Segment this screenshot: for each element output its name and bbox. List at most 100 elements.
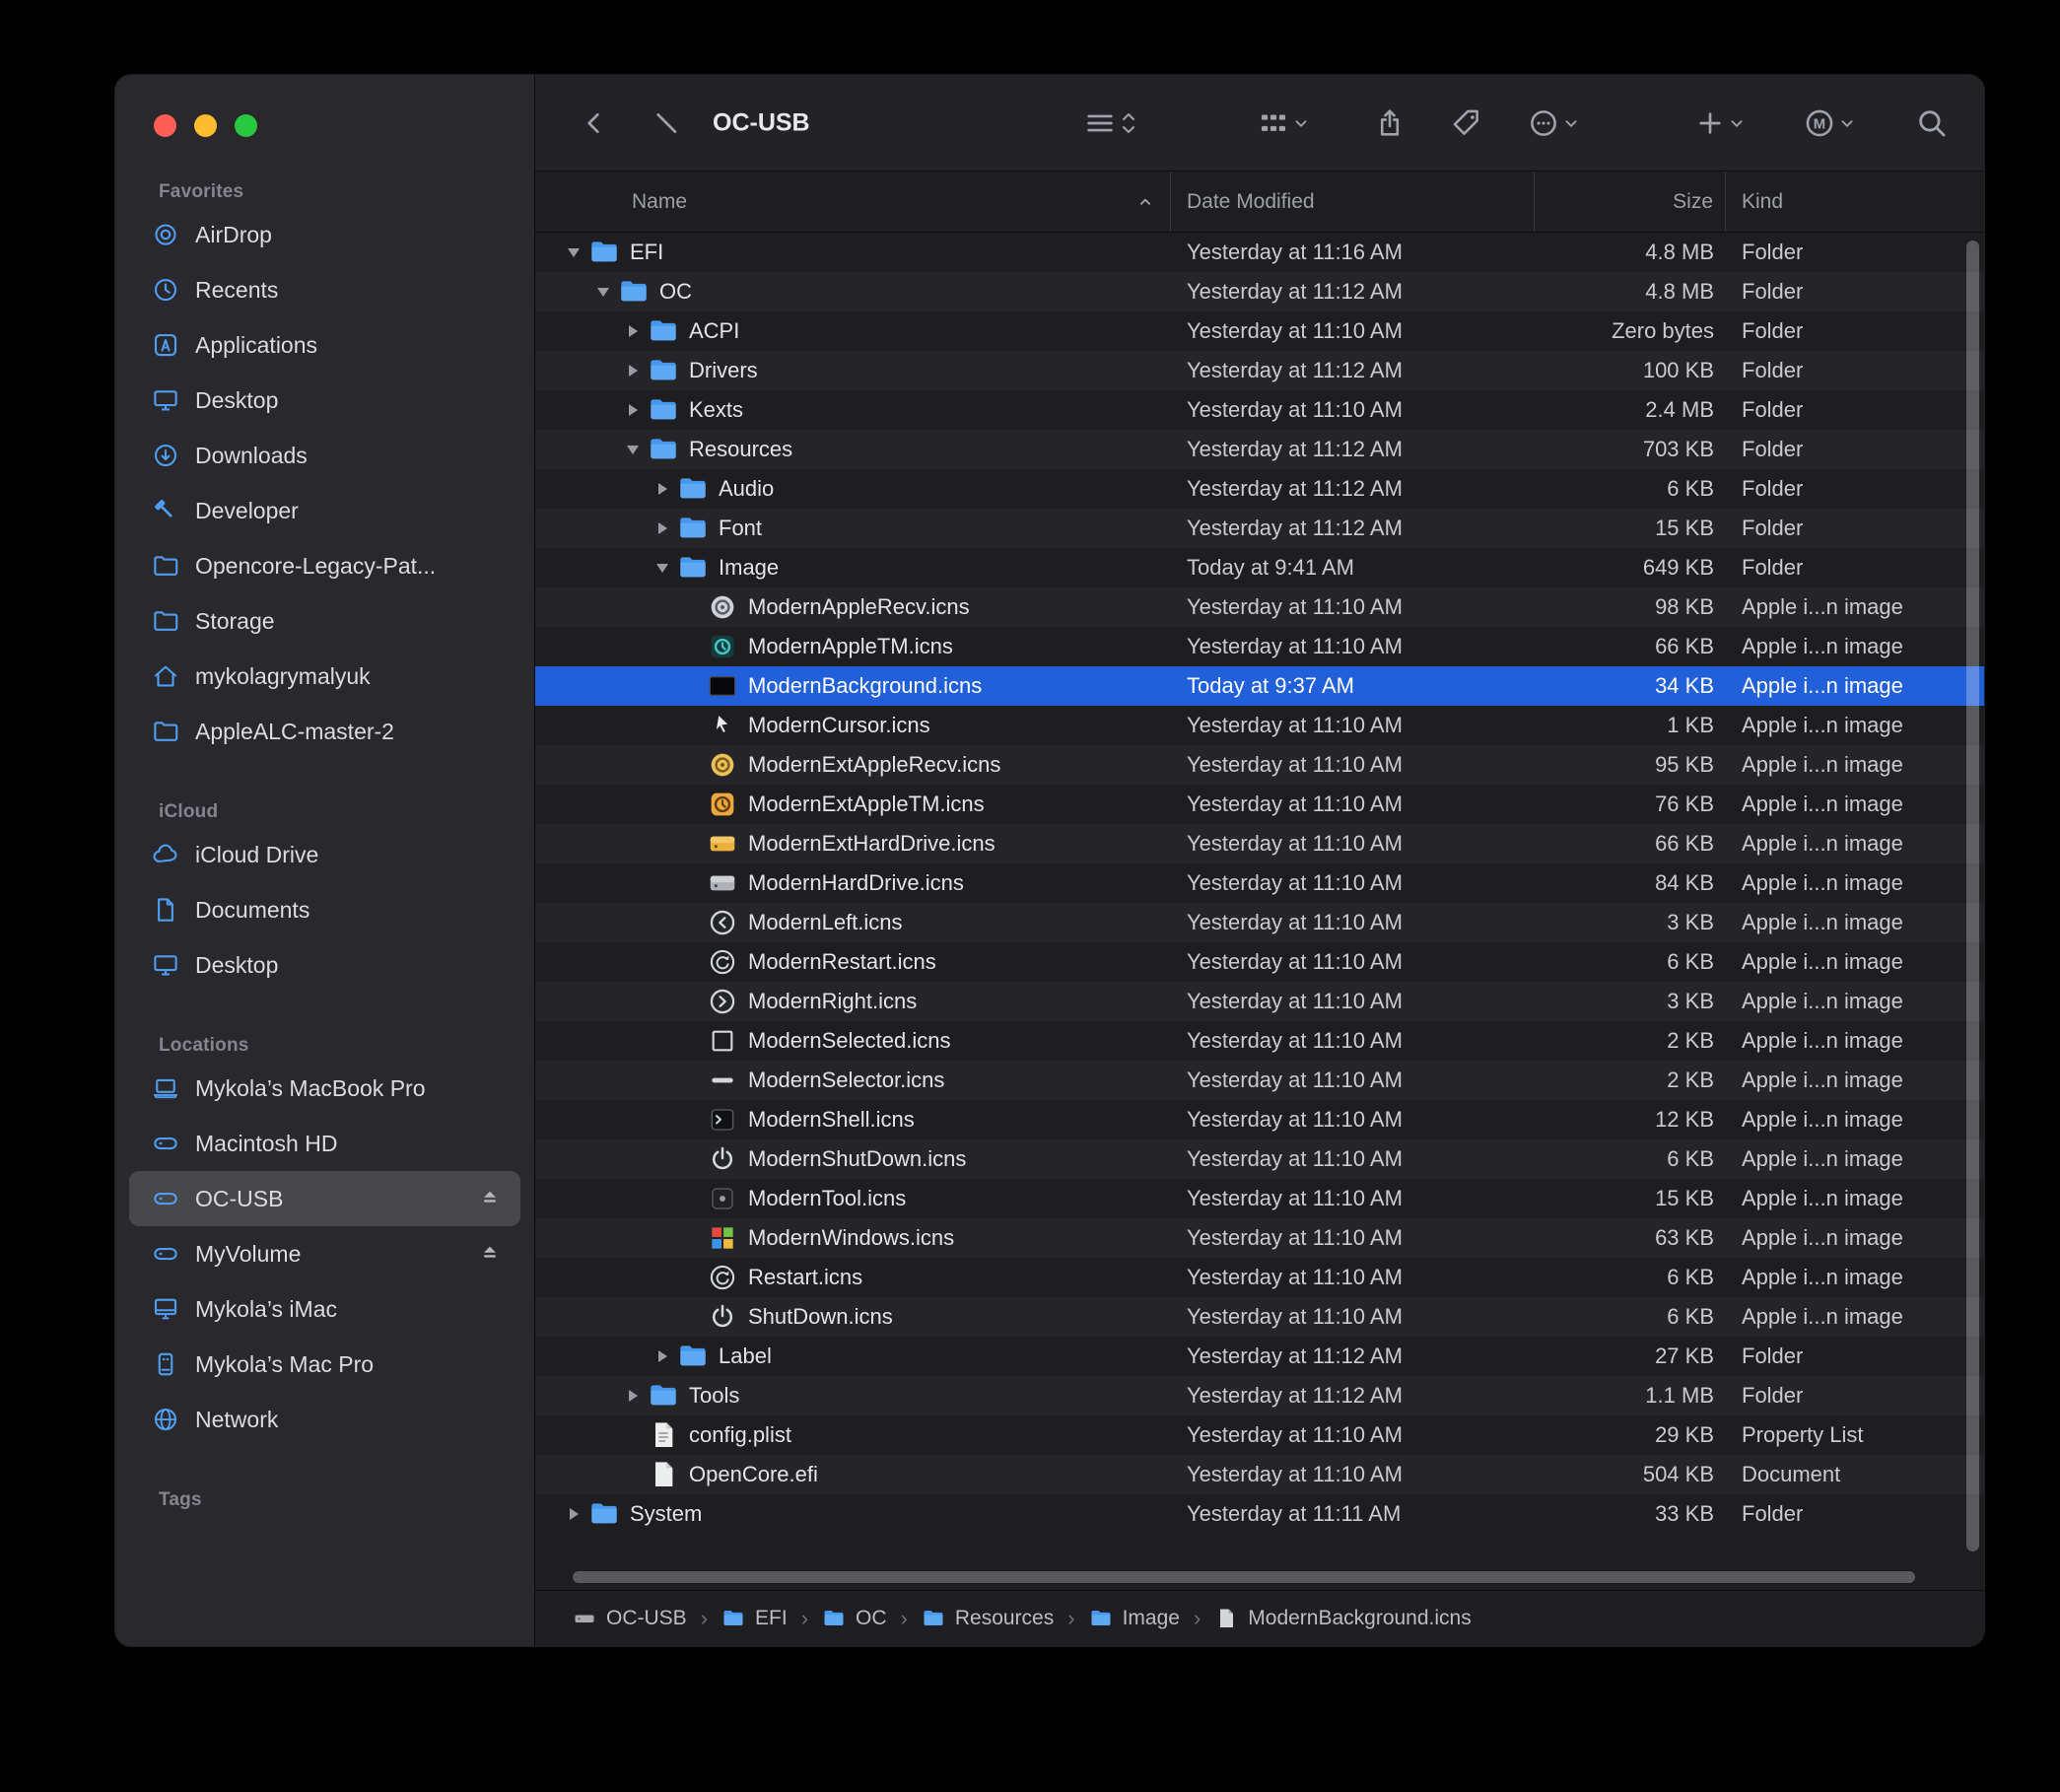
breadcrumb-item-efi[interactable]: EFI bbox=[721, 1607, 788, 1630]
file-row-image[interactable]: ImageToday at 9:41 AM649 KBFolder bbox=[535, 548, 1984, 587]
file-row-kexts[interactable]: KextsYesterday at 11:10 AM2.4 MBFolder bbox=[535, 390, 1984, 430]
sidebar-item-oc-usb[interactable]: OC-USB bbox=[129, 1171, 520, 1226]
breadcrumb-item-resources[interactable]: Resources bbox=[922, 1607, 1054, 1630]
file-row-acpi[interactable]: ACPIYesterday at 11:10 AMZero bytesFolde… bbox=[535, 311, 1984, 351]
breadcrumb-item-image[interactable]: Image bbox=[1089, 1607, 1180, 1630]
more-options-button[interactable] bbox=[1527, 106, 1582, 140]
file-row-resources[interactable]: ResourcesYesterday at 11:12 AM703 KBFold… bbox=[535, 430, 1984, 469]
eject-icon[interactable] bbox=[477, 1186, 503, 1211]
new-item-button[interactable] bbox=[1694, 107, 1748, 139]
disclosure-open-icon[interactable] bbox=[648, 548, 677, 587]
file-row-modernselector-icns[interactable]: ModernSelector.icnsYesterday at 11:10 AM… bbox=[535, 1061, 1984, 1100]
group-by-button[interactable] bbox=[1257, 106, 1312, 140]
file-row-modernappletm-icns[interactable]: ModernAppleTM.icnsYesterday at 11:10 AM6… bbox=[535, 627, 1984, 666]
sidebar-item-mykola-s-imac[interactable]: Mykola’s iMac bbox=[129, 1281, 520, 1337]
file-row-modernwindows-icns[interactable]: ModernWindows.icnsYesterday at 11:10 AM6… bbox=[535, 1218, 1984, 1258]
share-button[interactable] bbox=[1373, 106, 1407, 140]
tags-button[interactable] bbox=[1450, 106, 1483, 140]
sidebar-item-airdrop[interactable]: AirDrop bbox=[129, 207, 520, 262]
sidebar-item-recents[interactable]: Recents bbox=[129, 262, 520, 317]
file-row-moderncursor-icns[interactable]: ModernCursor.icnsYesterday at 11:10 AM1 … bbox=[535, 706, 1984, 745]
disclosure-open-icon[interactable] bbox=[588, 272, 618, 311]
file-row-efi[interactable]: EFIYesterday at 11:16 AM4.8 MBFolder bbox=[535, 233, 1984, 272]
file-row-modernharddrive-icns[interactable]: ModernHardDrive.icnsYesterday at 11:10 A… bbox=[535, 863, 1984, 903]
minimize-window-button[interactable] bbox=[194, 114, 217, 137]
disclosure-closed-icon[interactable] bbox=[648, 1337, 677, 1376]
sidebar-item-desktop[interactable]: Desktop bbox=[129, 373, 520, 428]
file-row-oc[interactable]: OCYesterday at 11:12 AM4.8 MBFolder bbox=[535, 272, 1984, 311]
ring-gold-icon bbox=[707, 749, 738, 781]
eject-icon[interactable] bbox=[477, 1241, 503, 1267]
file-kind: Apple i...n image bbox=[1726, 1258, 1984, 1297]
breadcrumb-item-oc-usb[interactable]: OC-USB bbox=[573, 1607, 687, 1630]
disclosure-closed-icon[interactable] bbox=[648, 469, 677, 509]
column-header-name[interactable]: Name bbox=[535, 172, 1171, 232]
sidebar-item-desktop[interactable]: Desktop bbox=[129, 937, 520, 993]
file-row-shutdown-icns[interactable]: ShutDown.icnsYesterday at 11:10 AM6 KBAp… bbox=[535, 1297, 1984, 1337]
zoom-window-button[interactable] bbox=[235, 114, 257, 137]
disclosure-closed-icon[interactable] bbox=[559, 1494, 588, 1534]
disclosure-closed-icon[interactable] bbox=[648, 509, 677, 548]
disclosure-closed-icon[interactable] bbox=[618, 351, 648, 390]
file-row-modernrestart-icns[interactable]: ModernRestart.icnsYesterday at 11:10 AM6… bbox=[535, 942, 1984, 982]
file-row-drivers[interactable]: DriversYesterday at 11:12 AM100 KBFolder bbox=[535, 351, 1984, 390]
file-row-opencore-efi[interactable]: OpenCore.efiYesterday at 11:10 AM504 KBD… bbox=[535, 1455, 1984, 1494]
sidebar-item-icloud-drive[interactable]: iCloud Drive bbox=[129, 827, 520, 882]
forward-button[interactable] bbox=[650, 107, 681, 139]
sidebar-item-opencore-legacy-pat[interactable]: Opencore-Legacy-Pat... bbox=[129, 538, 520, 593]
column-header-date-modified[interactable]: Date Modified bbox=[1171, 172, 1535, 232]
back-button[interactable] bbox=[579, 107, 610, 139]
file-row-modernselected-icns[interactable]: ModernSelected.icnsYesterday at 11:10 AM… bbox=[535, 1021, 1984, 1061]
file-row-config-plist[interactable]: config.plistYesterday at 11:10 AM29 KBPr… bbox=[535, 1415, 1984, 1455]
sidebar-item-myvolume[interactable]: MyVolume bbox=[129, 1226, 520, 1281]
file-row-audio[interactable]: AudioYesterday at 11:12 AM6 KBFolder bbox=[535, 469, 1984, 509]
file-row-modernapplerecv-icns[interactable]: ModernAppleRecv.icnsYesterday at 11:10 A… bbox=[535, 587, 1984, 627]
sidebar-item-mykola-s-macbook-pro[interactable]: Mykola’s MacBook Pro bbox=[129, 1061, 520, 1116]
breadcrumb-item-oc[interactable]: OC bbox=[822, 1607, 887, 1630]
file-row-tools[interactable]: ToolsYesterday at 11:12 AM1.1 MBFolder bbox=[535, 1376, 1984, 1415]
sidebar-item-developer[interactable]: Developer bbox=[129, 483, 520, 538]
sidebar-item-applications[interactable]: Applications bbox=[129, 317, 520, 373]
sidebar-item-downloads[interactable]: Downloads bbox=[129, 428, 520, 483]
disclosure-open-icon[interactable] bbox=[559, 233, 588, 272]
disclosure-closed-icon[interactable] bbox=[618, 1376, 648, 1415]
file-row-modernextapplerecv-icns[interactable]: ModernExtAppleRecv.icnsYesterday at 11:1… bbox=[535, 745, 1984, 785]
horizontal-scrollbar[interactable] bbox=[573, 1571, 1915, 1583]
file-row-restart-icns[interactable]: Restart.icnsYesterday at 11:10 AM6 KBApp… bbox=[535, 1258, 1984, 1297]
search-button[interactable] bbox=[1915, 106, 1949, 140]
sidebar-item-macintosh-hd[interactable]: Macintosh HD bbox=[129, 1116, 520, 1171]
disclosure-closed-icon[interactable] bbox=[618, 311, 648, 351]
file-row-label[interactable]: LabelYesterday at 11:12 AM27 KBFolder bbox=[535, 1337, 1984, 1376]
file-row-system[interactable]: SystemYesterday at 11:11 AM33 KBFolder bbox=[535, 1494, 1984, 1534]
sidebar-item-network[interactable]: Network bbox=[129, 1392, 520, 1447]
file-row-modernextharddrive-icns[interactable]: ModernExtHardDrive.icnsYesterday at 11:1… bbox=[535, 824, 1984, 863]
disclosure-open-icon[interactable] bbox=[618, 430, 648, 469]
sidebar-item-mykola-s-mac-pro[interactable]: Mykola’s Mac Pro bbox=[129, 1337, 520, 1392]
vertical-scrollbar[interactable] bbox=[1966, 241, 1979, 1551]
folder-icon bbox=[677, 473, 709, 505]
disclosure-spacer bbox=[677, 1061, 707, 1100]
file-row-modernshell-icns[interactable]: ModernShell.icnsYesterday at 11:10 AM12 … bbox=[535, 1100, 1984, 1139]
disclosure-spacer bbox=[677, 587, 707, 627]
sidebar-item-applealc-master-2[interactable]: AppleALC-master-2 bbox=[129, 704, 520, 759]
disclosure-closed-icon[interactable] bbox=[618, 390, 648, 430]
disclosure-spacer bbox=[618, 1415, 648, 1455]
breadcrumb-item-modernbackground-icns[interactable]: ModernBackground.icns bbox=[1214, 1607, 1471, 1630]
display-icon bbox=[151, 1294, 180, 1324]
file-row-modernshutdown-icns[interactable]: ModernShutDown.icnsYesterday at 11:10 AM… bbox=[535, 1139, 1984, 1179]
column-header-kind[interactable]: Kind bbox=[1726, 172, 1984, 232]
file-row-modernextappletm-icns[interactable]: ModernExtAppleTM.icnsYesterday at 11:10 … bbox=[535, 785, 1984, 824]
file-row-modernbackground-icns[interactable]: ModernBackground.icnsToday at 9:37 AM34 … bbox=[535, 666, 1984, 706]
sidebar-item-storage[interactable]: Storage bbox=[129, 593, 520, 649]
sidebar-item-documents[interactable]: Documents bbox=[129, 882, 520, 937]
view-mode-button[interactable] bbox=[1083, 106, 1140, 140]
close-window-button[interactable] bbox=[154, 114, 176, 137]
sidebar-item-mykolagrymalyuk[interactable]: mykolagrymalyuk bbox=[129, 649, 520, 704]
file-row-modernleft-icns[interactable]: ModernLeft.icnsYesterday at 11:10 AM3 KB… bbox=[535, 903, 1984, 942]
column-header-size[interactable]: Size bbox=[1535, 172, 1726, 232]
file-row-modernright-icns[interactable]: ModernRight.icnsYesterday at 11:10 AM3 K… bbox=[535, 982, 1984, 1021]
file-row-font[interactable]: FontYesterday at 11:12 AM15 KBFolder bbox=[535, 509, 1984, 548]
account-badge-button[interactable]: M bbox=[1803, 106, 1858, 140]
file-row-moderntool-icns[interactable]: ModernTool.icnsYesterday at 11:10 AM15 K… bbox=[535, 1179, 1984, 1218]
sidebar-item-label: Desktop bbox=[195, 387, 278, 414]
